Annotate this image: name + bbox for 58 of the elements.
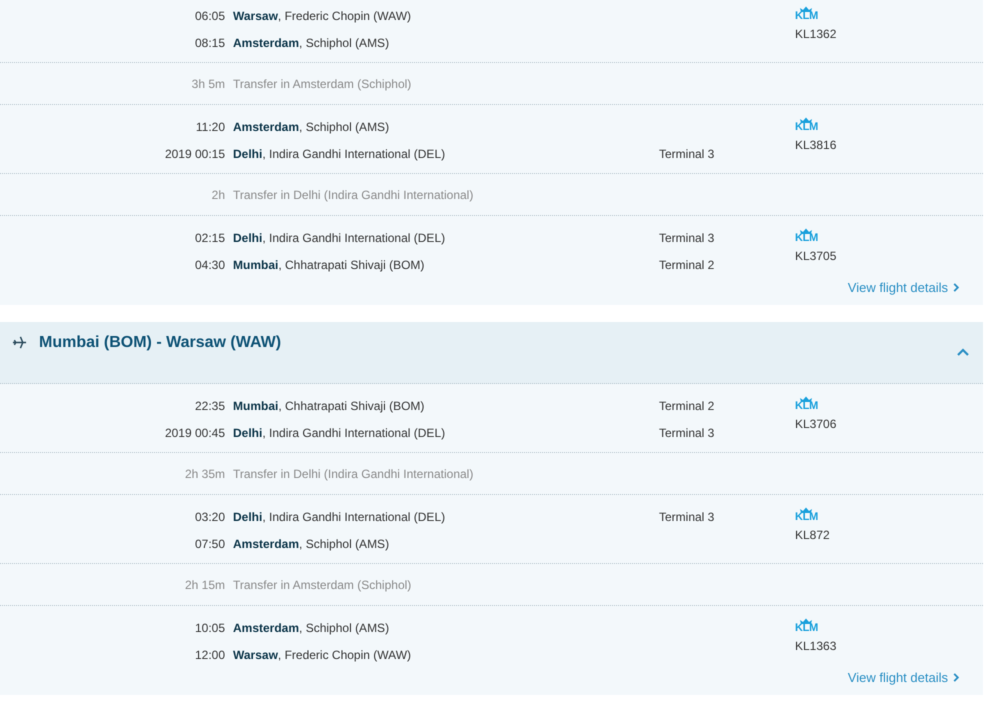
flight-number: KL3816 (795, 138, 836, 152)
airport-name: Delhi, Indira Gandhi International (DEL) (233, 510, 446, 524)
terminal-label: Terminal 2 (659, 258, 714, 272)
airline-logo: KLM (795, 618, 818, 633)
departure-time: 12:00 (194, 648, 225, 662)
airport-name: Amsterdam, Schiphol (AMS) (233, 536, 390, 550)
chevron-right-icon (953, 283, 959, 292)
airport-name: Delhi, Indira Gandhi International (DEL) (233, 146, 446, 160)
flight-number: KL872 (795, 528, 830, 542)
airport-name: Amsterdam, Schiphol (AMS) (233, 620, 390, 634)
departure-time: 06:05 (194, 8, 225, 22)
airport-name: Mumbai, Chhatrapati Shivaji (BOM) (233, 398, 426, 412)
transfer-text: Transfer in Delhi (Indira Gandhi International) (233, 466, 474, 480)
airline-logo: KLM (795, 507, 818, 522)
chevron-right-icon (953, 673, 959, 682)
transfer-text: Transfer in Amsterdam (Schiphol) (233, 578, 412, 592)
transfer-duration: 2h 35m (184, 466, 225, 480)
flight-number: KL1362 (795, 27, 836, 41)
departure-time: 22:35 (194, 398, 225, 412)
departure-time: 08:15 (194, 36, 225, 50)
departure-time: 10:05 (194, 620, 225, 634)
terminal-label: Terminal 3 (659, 510, 714, 524)
departure-time: 11:20 (194, 120, 225, 134)
departure-time: 02:15 (194, 230, 225, 244)
airport-name: Amsterdam, Schiphol (AMS) (233, 36, 390, 50)
departure-time: 07:50 (194, 536, 225, 550)
terminal-label: Terminal 3 (659, 146, 714, 160)
airport-name: Warsaw, Frederic Chopin (WAW) (233, 648, 412, 662)
chevron-up-icon[interactable] (957, 348, 969, 356)
departure-time: 04:30 (194, 258, 225, 272)
airport-name: Delhi, Indira Gandhi International (DEL) (233, 426, 446, 440)
departure-time: 2019 00:15 (164, 146, 225, 160)
airline-logo: KLM (795, 6, 818, 21)
departure-time: 03:20 (194, 510, 225, 524)
transfer-text: Transfer in Delhi (Indira Gandhi International) (233, 188, 474, 202)
terminal-label: Terminal 3 (659, 230, 714, 244)
flight-number: KL3706 (795, 417, 836, 431)
airport-name: Warsaw, Frederic Chopin (WAW) (233, 8, 412, 22)
airplane-icon (12, 335, 27, 350)
transfer-text: Transfer in Amsterdam (Schiphol) (233, 76, 412, 90)
airport-name: Delhi, Indira Gandhi International (DEL) (233, 230, 446, 244)
route-title: Mumbai (BOM) - Warsaw (WAW) (39, 334, 282, 352)
flight-number: KL1363 (795, 639, 836, 653)
view-details-link[interactable]: View flight details (848, 280, 959, 295)
flight-number: KL3705 (795, 249, 836, 263)
terminal-label: Terminal 2 (659, 398, 714, 412)
airport-name: Amsterdam, Schiphol (AMS) (233, 120, 390, 134)
section-header[interactable]: Mumbai (BOM) - Warsaw (WAW) (0, 322, 983, 384)
transfer-duration: 2h (210, 188, 225, 202)
view-details-link[interactable]: View flight details (848, 670, 959, 685)
airline-logo: KLM (795, 117, 818, 132)
airline-logo: KLM (795, 228, 818, 243)
airport-name: Mumbai, Chhatrapati Shivaji (BOM) (233, 258, 426, 272)
transfer-duration: 2h 15m (184, 578, 225, 592)
departure-time: 2019 00:45 (164, 426, 225, 440)
airline-logo: KLM (795, 396, 818, 411)
terminal-label: Terminal 3 (659, 426, 714, 440)
transfer-duration: 3h 5m (190, 76, 225, 90)
